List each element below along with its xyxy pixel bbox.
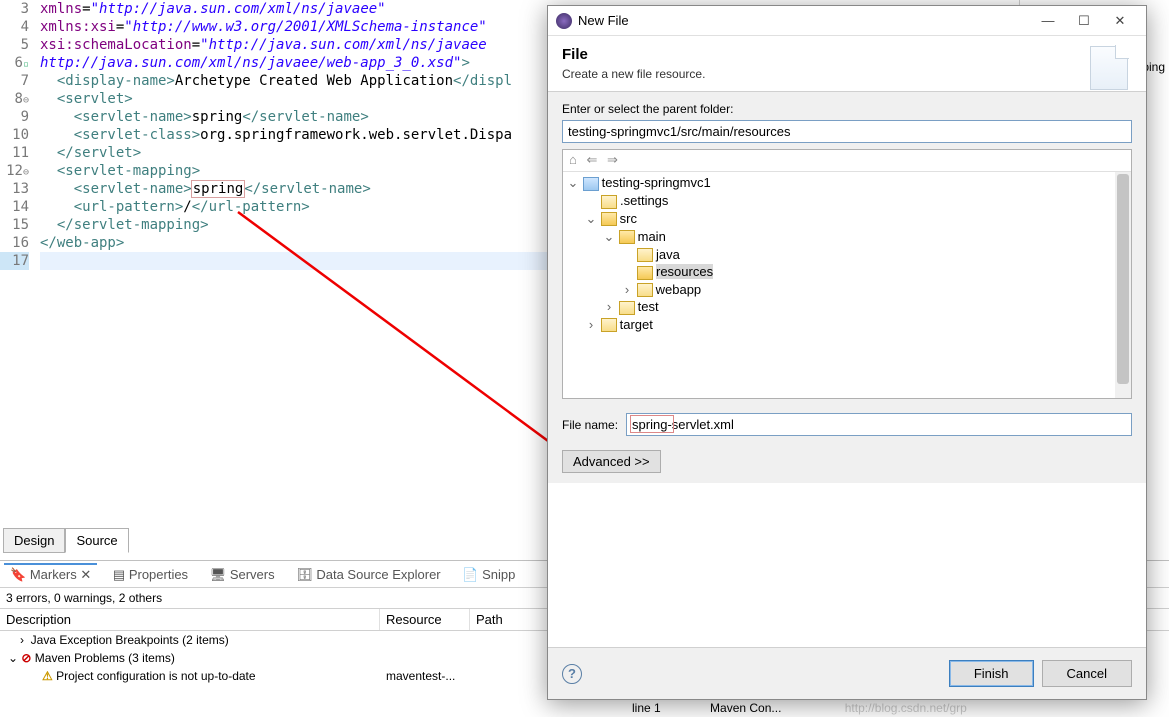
- folder-icon: [601, 195, 617, 209]
- home-icon[interactable]: ⌂: [569, 152, 577, 167]
- folder-icon: [601, 318, 617, 332]
- folder-open-icon: [601, 212, 617, 226]
- tree-scrollbar[interactable]: [1115, 172, 1131, 398]
- tab-servers[interactable]: 🖥 Servers: [204, 565, 281, 585]
- eclipse-icon: [556, 13, 572, 29]
- parent-folder-label: Enter or select the parent folder:: [562, 102, 1132, 116]
- back-icon[interactable]: ⇐: [586, 152, 597, 167]
- error-icon: ⊘: [21, 651, 31, 665]
- tree-toolbar: ⌂ ⇐ ⇒: [563, 150, 1131, 172]
- banner-subtitle: Create a new file resource.: [562, 67, 1132, 81]
- tab-source[interactable]: Source: [65, 528, 128, 553]
- col-resource[interactable]: Resource: [380, 609, 470, 630]
- tab-properties[interactable]: ▤ Properties: [107, 565, 194, 585]
- banner-heading: File: [562, 46, 1132, 63]
- dialog-body: Enter or select the parent folder: ⌂ ⇐ ⇒…: [548, 92, 1146, 483]
- warning-icon: ⚠: [42, 669, 53, 683]
- folder-icon: [637, 248, 653, 262]
- folder-icon: [619, 301, 635, 315]
- maximize-button[interactable]: ☐: [1066, 7, 1102, 35]
- help-icon[interactable]: ?: [562, 664, 582, 684]
- new-file-dialog: New File — ☐ ✕ File Create a new file re…: [547, 5, 1147, 700]
- filename-label: File name:: [562, 418, 618, 432]
- scrollbar-thumb[interactable]: [1117, 174, 1129, 384]
- file-icon: [1090, 46, 1128, 90]
- dialog-buttons: ? Finish Cancel: [548, 647, 1146, 699]
- tab-data-source-explorer[interactable]: 🗄 Data Source Explorer: [290, 565, 446, 585]
- filename-input[interactable]: [626, 413, 1132, 436]
- project-icon: [583, 177, 599, 191]
- folder-open-icon: [619, 230, 635, 244]
- cancel-button[interactable]: Cancel: [1042, 660, 1132, 687]
- tab-markers[interactable]: 🔖 Markers ✕: [4, 563, 97, 585]
- folder-tree: ⌂ ⇐ ⇒ ⌄ testing-springmvc1 .settings ⌄ s…: [562, 149, 1132, 399]
- dialog-titlebar[interactable]: New File — ☐ ✕: [548, 6, 1146, 36]
- forward-icon[interactable]: ⇒: [607, 152, 618, 167]
- dialog-banner: File Create a new file resource.: [548, 36, 1146, 92]
- tree-content[interactable]: ⌄ testing-springmvc1 .settings ⌄ src ⌄ m…: [563, 172, 1131, 335]
- close-button[interactable]: ✕: [1102, 7, 1138, 35]
- folder-open-icon: [637, 266, 653, 280]
- dialog-title: New File: [578, 13, 1030, 28]
- col-description[interactable]: Description: [0, 609, 380, 630]
- minimize-button[interactable]: —: [1030, 7, 1066, 35]
- advanced-button[interactable]: Advanced >>: [562, 450, 661, 473]
- parent-folder-input[interactable]: [562, 120, 1132, 143]
- editor-mode-tabs: DesignSource: [3, 528, 129, 553]
- watermark: http://blog.csdn.net/grp: [845, 701, 967, 715]
- tree-selected: resources: [656, 264, 713, 279]
- line-gutter: 345 6▫ 78⊖ 91011 12⊖ 131415 16 17: [0, 0, 35, 270]
- tab-snippets[interactable]: 📄 Snipp: [456, 565, 521, 585]
- finish-button[interactable]: Finish: [949, 660, 1034, 687]
- tab-design[interactable]: Design: [3, 528, 65, 553]
- folder-icon: [637, 283, 653, 297]
